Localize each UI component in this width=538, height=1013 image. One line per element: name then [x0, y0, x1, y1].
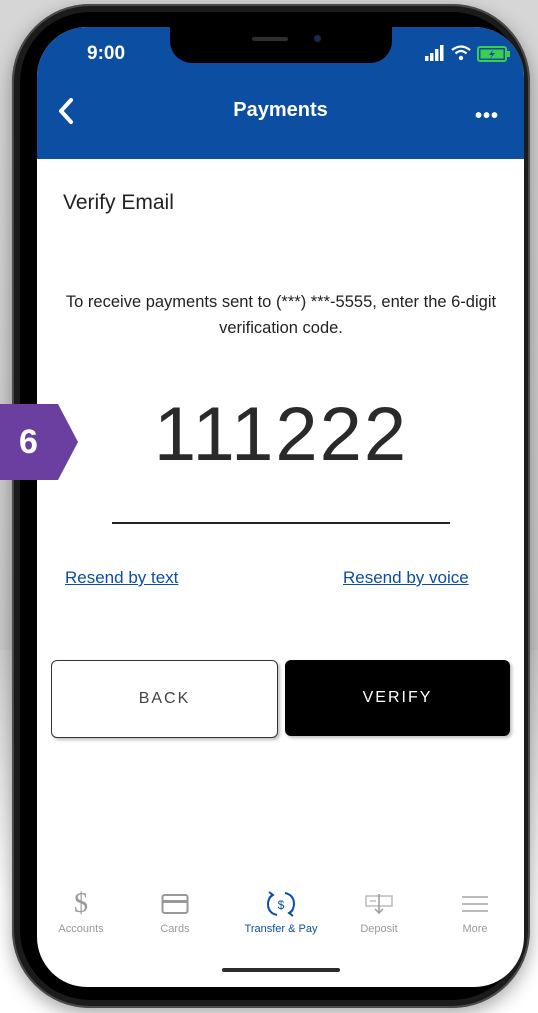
tab-label: Deposit: [360, 923, 398, 935]
resend-by-text-link[interactable]: Resend by text: [65, 568, 178, 588]
tab-bar: $ Accounts Cards $ Transfer & Pay Deposi…: [37, 887, 524, 937]
tab-transfer-pay[interactable]: $ Transfer & Pay: [241, 887, 321, 935]
transfer-pay-icon: $: [241, 887, 321, 921]
status-icons: [425, 45, 515, 63]
tab-deposit[interactable]: Deposit: [339, 887, 419, 935]
home-indicator: [222, 968, 340, 972]
wifi-icon: [451, 45, 471, 61]
tab-label: More: [462, 923, 488, 935]
tab-cards[interactable]: Cards: [135, 887, 215, 935]
svg-text:$: $: [278, 898, 285, 912]
instructions-text: To receive payments sent to (***) ***-55…: [65, 293, 497, 337]
tab-more[interactable]: More: [435, 887, 515, 935]
tab-accounts[interactable]: $ Accounts: [41, 887, 121, 935]
step-callout-badge: [0, 404, 78, 480]
page-title: Payments: [233, 99, 328, 121]
phone-screen: 9:00 Payments ••• Verify Email To receiv…: [37, 27, 524, 987]
camera: [314, 35, 321, 42]
verify-button[interactable]: VERIFY: [285, 660, 510, 736]
verification-code-field[interactable]: 111222: [113, 391, 449, 478]
signal-icon: [425, 45, 444, 61]
more-options-icon[interactable]: •••: [475, 105, 499, 128]
tab-label: Cards: [160, 923, 190, 935]
menu-icon: [435, 887, 515, 921]
card-icon: [135, 887, 215, 921]
app-header: 9:00 Payments •••: [37, 27, 524, 159]
tab-label: Transfer & Pay: [244, 923, 318, 935]
tab-label: Accounts: [58, 923, 104, 935]
deposit-icon: [339, 887, 419, 921]
speaker: [252, 37, 288, 41]
battery-icon: [477, 46, 510, 62]
resend-by-voice-link[interactable]: Resend by voice: [343, 568, 469, 588]
notch: [170, 27, 392, 63]
step-number: 6: [19, 423, 38, 461]
back-button[interactable]: BACK: [51, 660, 278, 738]
code-underline: [112, 522, 450, 524]
status-time: 9:00: [87, 43, 126, 64]
section-heading: Verify Email: [63, 191, 174, 214]
dollar-icon: $: [74, 888, 88, 919]
